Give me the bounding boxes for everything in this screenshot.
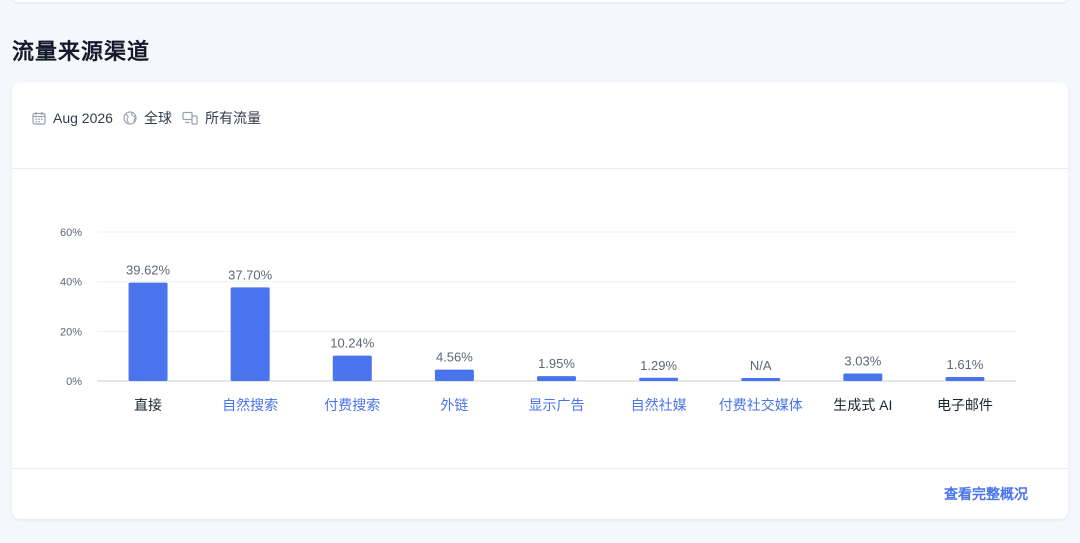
section-title: 流量来源渠道 <box>12 39 151 64</box>
y-tick-label: 20% <box>60 326 82 338</box>
category-label[interactable]: 付费社交媒体 <box>719 397 803 413</box>
bar[interactable] <box>434 369 474 381</box>
traffic-sources-bar-chart: 0% 20% 40% 60% 39.62% 直接 37.70% 自然搜索 10.24% 付费搜索 4… <box>60 227 1016 413</box>
bar[interactable] <box>332 355 372 381</box>
divider-bottom <box>12 468 1068 469</box>
data-label: 10.24% <box>330 336 375 351</box>
y-tick-label: 0% <box>66 376 82 388</box>
data-label: 37.70% <box>228 267 273 282</box>
data-label: N/A <box>750 358 772 373</box>
filter-date[interactable]: Aug 2026 <box>32 110 113 126</box>
bar[interactable] <box>639 377 679 381</box>
bar[interactable] <box>230 287 270 381</box>
data-label: 1.61% <box>947 357 984 372</box>
bar[interactable] <box>741 378 781 381</box>
filter-bar: Aug 2026 全球 所有流量 <box>32 108 271 128</box>
data-label: 4.56% <box>436 350 473 365</box>
devices-icon <box>182 111 198 125</box>
y-tick-label: 40% <box>60 277 82 289</box>
y-tick-label: 60% <box>60 227 82 239</box>
category-label[interactable]: 外链 <box>440 397 468 413</box>
category-label[interactable]: 自然社媒 <box>631 397 687 413</box>
traffic-sources-card: Aug 2026 全球 所有流量 0% 20% 40% 60% 39.62% 直接 37.7… <box>12 82 1068 519</box>
bar[interactable] <box>537 376 576 381</box>
calendar-icon <box>32 112 46 125</box>
filter-region[interactable]: 全球 <box>123 108 172 128</box>
category-label: 生成式 AI <box>833 397 892 413</box>
bar[interactable] <box>128 282 168 381</box>
data-label: 1.29% <box>640 358 677 373</box>
data-label: 39.62% <box>126 263 171 278</box>
bar[interactable] <box>945 377 985 381</box>
previous-card-edge <box>12 0 1068 2</box>
data-label: 3.03% <box>844 353 881 368</box>
filter-date-label: Aug 2026 <box>53 110 113 126</box>
view-full-overview-link[interactable]: 查看完整概况 <box>944 484 1028 504</box>
category-label: 电子邮件 <box>937 397 993 413</box>
globe-icon <box>123 111 137 125</box>
category-label[interactable]: 付费搜索 <box>324 397 380 413</box>
filter-traffic-type[interactable]: 所有流量 <box>182 108 261 128</box>
category-label[interactable]: 显示广告 <box>529 397 585 413</box>
bar[interactable] <box>843 373 883 381</box>
category-label: 直接 <box>134 397 162 413</box>
category-label[interactable]: 自然搜索 <box>222 397 278 413</box>
filter-traffic-type-label: 所有流量 <box>204 110 261 126</box>
data-label: 1.95% <box>538 356 575 371</box>
filter-region-label: 全球 <box>143 110 172 126</box>
